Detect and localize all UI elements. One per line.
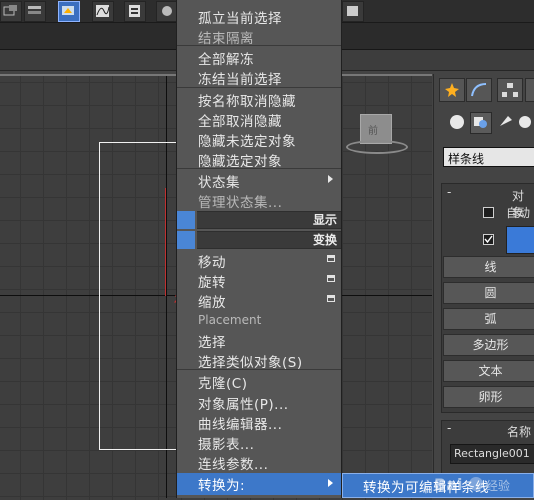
menu-item-scale[interactable]: 缩放 — [177, 290, 341, 311]
object-type-header[interactable]: - 对象 — [445, 185, 534, 220]
selection-bracket — [165, 188, 166, 296]
ngon-button[interactable]: 多边形 — [443, 334, 534, 356]
settings-box-icon[interactable] — [327, 275, 335, 282]
svg-text:前: 前 — [368, 124, 378, 137]
collapse-minus-icon: - — [447, 185, 452, 199]
text-button[interactable]: 文本 — [443, 360, 534, 382]
arc-button[interactable]: 弧 — [443, 308, 534, 330]
submenu-arrow-icon — [328, 175, 333, 183]
viewcube-compass-ring[interactable] — [346, 140, 408, 154]
geometry-category-icon[interactable] — [447, 112, 467, 132]
schematic-view-icon[interactable] — [124, 1, 146, 22]
collapse-minus-icon: - — [447, 421, 452, 435]
layer-manager-icon[interactable] — [24, 1, 46, 22]
menu-item-end-isolate[interactable]: 结束隔离 — [177, 26, 341, 47]
autogrid-label: 自动 — [506, 206, 531, 220]
submenu-arrow-icon — [328, 479, 333, 487]
svg-text:经验: 经验 — [486, 478, 510, 493]
shapes-category-icon[interactable] — [470, 112, 492, 134]
menu-item-convert-to[interactable]: 转换为: — [177, 473, 341, 495]
quad-color-bar — [177, 231, 195, 249]
line-button[interactable]: 线 — [443, 256, 534, 278]
menu-item-hide-selection[interactable]: 隐藏选定对象 — [177, 149, 341, 170]
menu-item-rotate[interactable]: 旋转 — [177, 270, 341, 291]
context-quad-menu: 孤立当前选择 结束隔离 全部解冻 冻结当前选择 按名称取消隐藏 全部取消隐藏 隐… — [176, 0, 342, 498]
autogrid-checkbox[interactable] — [483, 207, 494, 218]
circle-button[interactable]: 圆 — [443, 282, 534, 304]
settings-box-icon[interactable] — [327, 295, 335, 302]
menu-item-curve-editor[interactable]: 曲线编辑器... — [177, 412, 341, 433]
object-color-checkbox[interactable] — [483, 234, 494, 245]
menu-item-manage-state-sets[interactable]: 管理状态集... — [177, 190, 341, 211]
object-color-swatch[interactable] — [506, 226, 534, 254]
menu-separator — [177, 45, 341, 46]
menu-item-placement[interactable]: Placement — [177, 310, 341, 330]
motion-tab-icon[interactable] — [525, 78, 534, 102]
menu-item-unhide-all[interactable]: 全部取消隐藏 — [177, 109, 341, 130]
graphite-tools-icon[interactable] — [58, 1, 80, 22]
name-color-header[interactable]: - 名称 — [445, 421, 534, 439]
snaps-icon[interactable] — [0, 1, 22, 22]
render-icon[interactable] — [342, 1, 364, 22]
quad-color-bar — [177, 211, 195, 229]
egg-button[interactable]: 卵形 — [443, 386, 534, 408]
hierarchy-tab-icon[interactable] — [497, 78, 523, 102]
menu-item-select[interactable]: 选择 — [177, 330, 341, 351]
menu-item-dope-sheet[interactable]: 摄影表... — [177, 432, 341, 453]
create-tab-icon[interactable] — [439, 78, 465, 102]
menu-item-hide-unselected[interactable]: 隐藏未选定对象 — [177, 129, 341, 150]
menu-item-unfreeze-all[interactable]: 全部解冻 — [177, 47, 341, 68]
svg-text:Bai: Bai — [434, 475, 462, 494]
menu-item-move[interactable]: 移动 — [177, 250, 341, 271]
menu-item-isolate-selection[interactable]: 孤立当前选择 — [177, 6, 341, 27]
quad-header-transform: 变换 — [197, 231, 341, 249]
menu-item-state-sets[interactable]: 状态集 — [177, 170, 341, 191]
object-name-field[interactable]: Rectangle001 — [450, 444, 534, 464]
menu-separator — [177, 369, 341, 370]
menu-item-object-properties[interactable]: 对象属性(P)... — [177, 392, 341, 413]
lights-category-icon[interactable] — [496, 112, 516, 132]
material-editor-icon[interactable] — [156, 1, 178, 22]
quad-header-display: 显示 — [197, 211, 341, 229]
menu-item-freeze-selection[interactable]: 冻结当前选择 — [177, 67, 341, 88]
name-color-header-label: 名称 — [507, 425, 532, 439]
curve-editor-icon[interactable] — [92, 1, 114, 22]
menu-item-clone[interactable]: 克隆(C) — [177, 371, 341, 392]
baidu-watermark: Bai 经验 — [432, 472, 512, 496]
menu-item-unhide-by-name[interactable]: 按名称取消隐藏 — [177, 89, 341, 110]
modify-tab-icon[interactable] — [466, 78, 492, 102]
menu-item-wire-parameters[interactable]: 连线参数... — [177, 452, 341, 473]
cameras-category-icon[interactable] — [516, 112, 534, 132]
settings-box-icon[interactable] — [327, 255, 335, 262]
menu-separator — [177, 87, 341, 88]
menu-item-select-similar[interactable]: 选择类似对象(S) — [177, 350, 341, 371]
category-dropdown[interactable]: 样条线 — [443, 147, 534, 167]
menu-separator — [177, 168, 341, 169]
